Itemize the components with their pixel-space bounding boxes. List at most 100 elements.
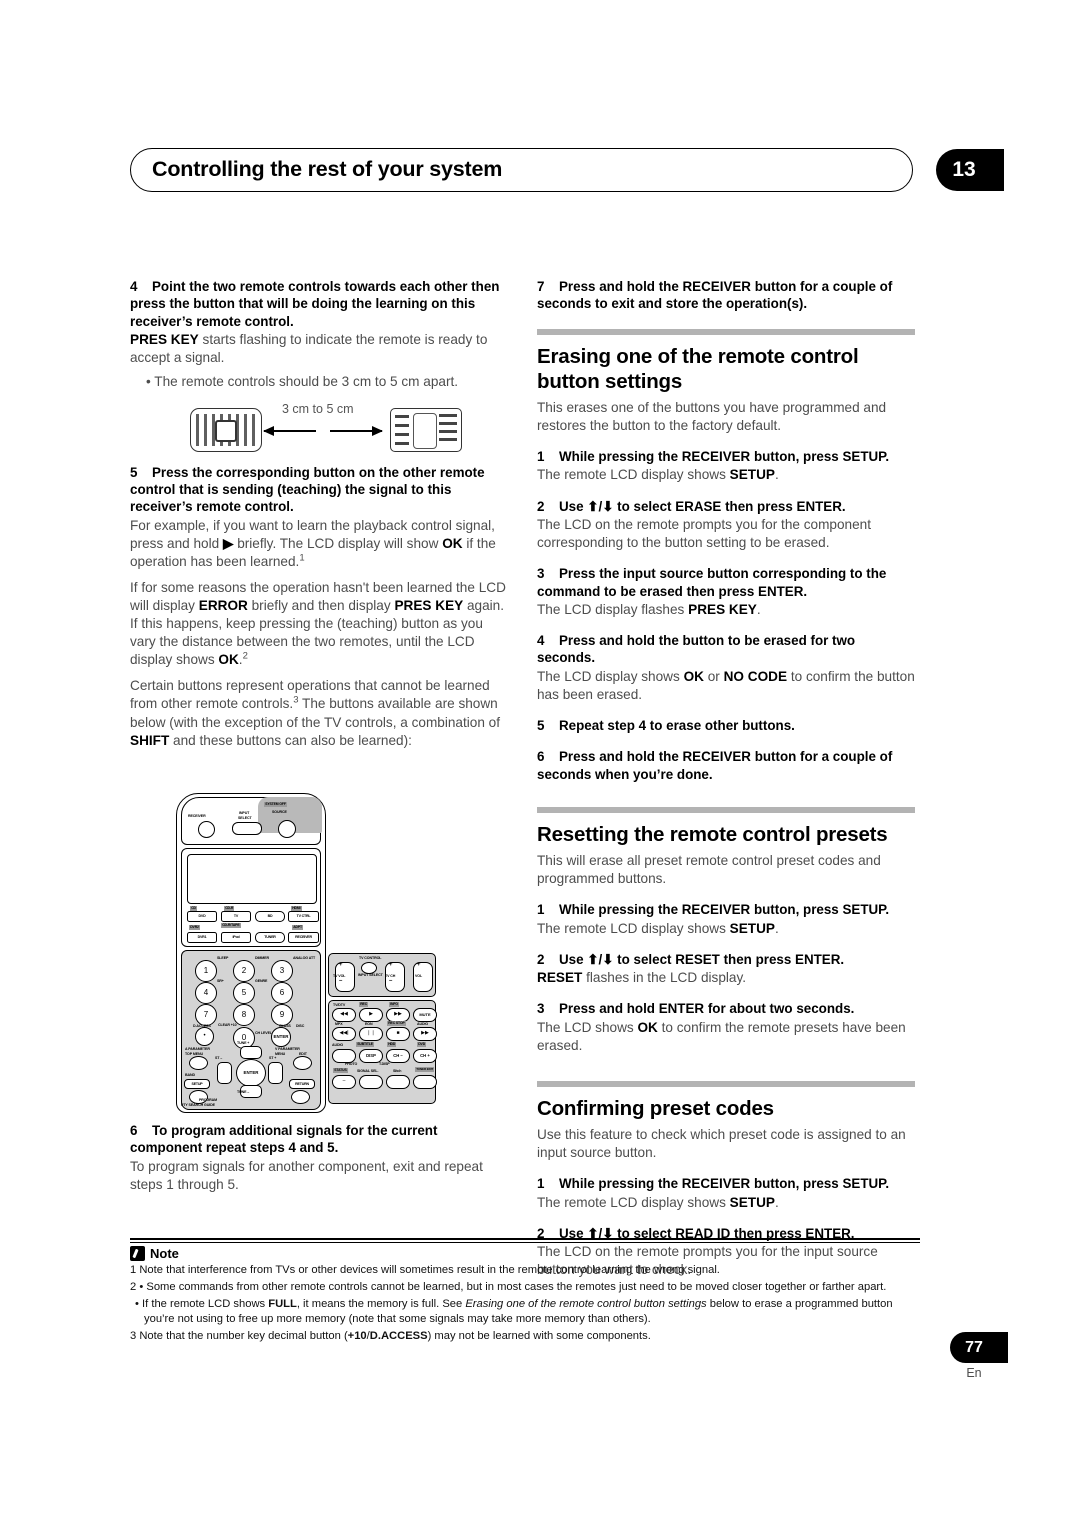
ok-bold-1: OK xyxy=(442,535,463,551)
label-tv-control: TV CONTROL xyxy=(359,956,382,960)
error-bold: ERROR xyxy=(198,598,248,614)
label-disc: DISC xyxy=(296,1024,305,1028)
erasing-step-1-text: While pressing the RECEIVER button, pres… xyxy=(559,449,890,464)
e4a: The LCD display shows xyxy=(537,668,684,684)
dpad-up xyxy=(240,1046,262,1059)
footnote-2: 2 • Some commands from other remote cont… xyxy=(130,1280,920,1295)
resetting-step-2-number: 2 xyxy=(537,951,545,967)
key-1: 1 xyxy=(195,960,217,982)
label-st-plus: ST + xyxy=(269,1056,277,1060)
section-title-erasing: Erasing one of the remote control button… xyxy=(537,344,859,393)
label-info: INFO xyxy=(389,1002,400,1007)
footnote-3-plus10: +10 xyxy=(347,1329,367,1342)
e3a: The LCD display flashes xyxy=(537,601,689,617)
remote-side-panels: TV CONTROL + – TV VOL INPUT SELECT + – T… xyxy=(328,953,438,1106)
label-cdr-tape: CD-R/TAPE xyxy=(221,923,241,928)
r1b-setup: SETUP xyxy=(729,920,775,936)
erasing-step-3-heading: 3 Press the input source button correspon… xyxy=(537,565,915,600)
footnote-1-text: Note that interference from TVs or other… xyxy=(139,1264,720,1276)
arrow-left-icon xyxy=(263,426,316,436)
label-tv-dtv: TV/DTV xyxy=(333,1003,346,1007)
label-band: BAND xyxy=(185,1073,195,1077)
erasing-step-3-text: Press the input source button correspond… xyxy=(537,566,887,599)
transport-panel: TV/DTV REC INFO ◀◀ ▶ ▶▶ MUTE MPX EON REC… xyxy=(328,1000,437,1104)
right-column: 7 Press and hold the RECEIVER button for … xyxy=(537,278,915,1279)
footnote-1-number: 1 xyxy=(130,1264,137,1276)
page-header: Controlling the rest of your system 13 xyxy=(130,148,1004,192)
resetting-step-3-number: 3 xyxy=(537,1001,545,1017)
resetting-step-3-heading: 3 Press and hold ENTER for about two seco… xyxy=(537,1000,915,1017)
step-6-heading: 6 To program additional signals for the c… xyxy=(130,1122,508,1157)
shift-bold: SHIFT xyxy=(130,732,170,748)
r3a: The LCD shows xyxy=(537,1019,638,1035)
step-7-number: 7 xyxy=(537,279,545,294)
dpad-left xyxy=(217,1062,232,1084)
label-tv-vol: TV VOL xyxy=(333,974,346,978)
footnote-2b-prefix: • If the remote LCD shows xyxy=(135,1297,269,1310)
e4b-ok: OK xyxy=(683,668,704,684)
e3c: . xyxy=(756,601,761,617)
section-title-resetting: Resetting the remote control presets xyxy=(537,823,888,847)
section-divider-confirming xyxy=(537,1081,915,1087)
erasing-step-4-body: The LCD display shows OK or NO CODE to c… xyxy=(537,668,915,704)
erasing-step-6-heading: 6 Press and hold the RECEIVER button for … xyxy=(537,748,915,783)
remote-body: RECEIVER INPUT SELECT SYSTEM OFF SOURCE … xyxy=(176,793,326,1113)
key-2: 2 xyxy=(233,960,255,982)
resetting-step-3-text: Press and hold ENTER for about two secon… xyxy=(559,1001,855,1017)
label-audio: AUDIO xyxy=(332,1043,344,1047)
step-5-para-2: If for some reasons the operation hasn't… xyxy=(130,579,508,669)
step-5-para-1: For example, if you want to learn the pl… xyxy=(130,517,508,571)
label-dvr2: DVR2 xyxy=(189,925,201,930)
button-disp: DISP xyxy=(359,1049,383,1063)
ok-bold-2: OK xyxy=(218,652,239,668)
key-4: 4 xyxy=(195,982,217,1004)
pres-key-bold: PRES KEY xyxy=(130,332,199,348)
left-column-step6: 6 To program additional signals for the c… xyxy=(130,1122,508,1194)
erasing-step-2-text: Use ⬆/⬇ to select ERASE then press ENTER… xyxy=(559,498,846,514)
p2-b: briefly and then display xyxy=(247,598,395,614)
erasing-step-1-heading: 1 While pressing the RECEIVER button, pre… xyxy=(537,448,915,465)
button-rewind: ◀◀ xyxy=(332,1008,356,1022)
tv-control-panel: TV CONTROL + – TV VOL INPUT SELECT + – T… xyxy=(328,953,436,997)
footnote-2b-mid: , it means the memory is full. See xyxy=(296,1297,466,1310)
remote-lcd-display xyxy=(187,854,317,904)
erasing-step-5-text: Repeat step 4 to erase other buttons. xyxy=(559,718,795,733)
resetting-step-1-heading: 1 While pressing the RECEIVER button, pre… xyxy=(537,901,915,918)
remote-power-section: RECEIVER INPUT SELECT SYSTEM OFF SOURCE xyxy=(181,797,322,845)
button-ch-minus: CH – xyxy=(386,1049,410,1063)
label-pty-search: PTY SEARCH GUIDE xyxy=(181,1103,215,1107)
label-rec-stop: REC STOP xyxy=(387,1021,406,1026)
key-9: 9 xyxy=(271,1004,293,1026)
play-glyph: ▶ xyxy=(222,535,234,551)
label-sleep: SLEEP xyxy=(217,956,229,960)
button-pause: ❘❘ xyxy=(359,1027,383,1041)
c1a: The remote LCD display shows xyxy=(537,1194,730,1210)
step-7-text: Press and hold the RECEIVER button for a… xyxy=(537,279,893,312)
chapter-tab: 13 xyxy=(936,149,1004,191)
arrow-right-icon xyxy=(330,426,383,436)
confirming-step-1-heading: 1 While pressing the RECEIVER button, pre… xyxy=(537,1175,915,1192)
erasing-step-3-number: 3 xyxy=(537,566,545,582)
label-tv-ch: TV CH xyxy=(385,974,396,978)
section-divider-resetting xyxy=(537,807,915,814)
footnote-ref-1: 1 xyxy=(299,552,305,564)
resetting-step-1-text: While pressing the RECEIVER button, pres… xyxy=(559,902,890,918)
label-a-parameter: A PARAMETER xyxy=(185,1047,210,1051)
footnote-2b-full: FULL xyxy=(268,1297,297,1310)
step-6-body: To program signals for another component… xyxy=(130,1158,483,1192)
resetting-step-2-heading: 2 Use ⬆/⬇ to select RESET then press ENTE… xyxy=(537,951,915,968)
label-st-minus: ST – xyxy=(215,1056,223,1060)
step-4-heading: 4 Point the two remote controls towards e… xyxy=(130,278,508,330)
button-status: – xyxy=(332,1075,356,1089)
key-6: 6 xyxy=(271,982,293,1004)
erasing-step-3-body: The LCD display flashes PRES KEY. xyxy=(537,601,915,619)
button-tuner: TUNER xyxy=(255,932,285,943)
menu-button xyxy=(293,1056,312,1070)
e3b-preskey: PRES KEY xyxy=(688,601,757,617)
erasing-step-6-text: Press and hold the RECEIVER button for a… xyxy=(537,749,893,782)
label-genre: GENRE xyxy=(255,979,268,983)
key-dot: • xyxy=(195,1027,214,1046)
footnote-3-daccess: D.ACCESS xyxy=(369,1329,428,1342)
e1a: The remote LCD display shows xyxy=(537,467,730,483)
pres-key-bold-2: PRES KEY xyxy=(394,598,464,614)
